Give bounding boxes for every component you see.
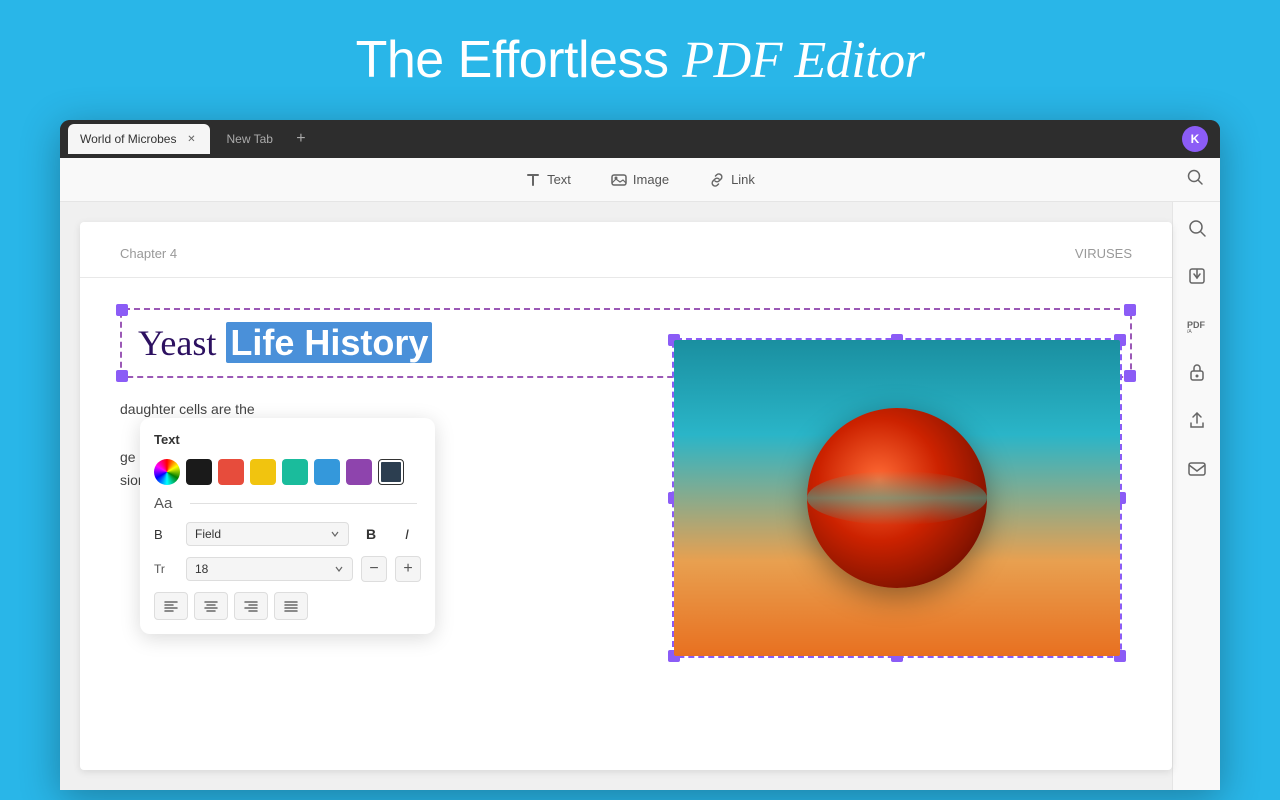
text-tool-icon	[525, 172, 541, 188]
color-swatch-purple[interactable]	[346, 459, 372, 485]
handle-bottom-left[interactable]	[116, 370, 128, 382]
aa-label: Aa	[154, 495, 178, 512]
link-tool-button[interactable]: Link	[701, 168, 763, 192]
color-swatch-teal[interactable]	[282, 459, 308, 485]
sidebar-pdfa-icon: PDF /A	[1186, 314, 1208, 334]
editor-toolbar: Text Image Link	[60, 158, 1220, 202]
image-selection-box[interactable]	[672, 338, 1122, 658]
font-label-row: Aa	[154, 495, 421, 512]
size-increase-button[interactable]: +	[395, 556, 421, 582]
font-divider	[190, 503, 417, 504]
color-swatch-red[interactable]	[218, 459, 244, 485]
align-center-button[interactable]	[194, 592, 228, 620]
handle-bottom-right[interactable]	[1124, 370, 1136, 382]
image-tool-button[interactable]: Image	[603, 168, 677, 192]
dropdown-arrow-icon	[330, 529, 340, 539]
section-label: VIRUSES	[1075, 246, 1132, 261]
size-decrease-button[interactable]: −	[361, 556, 387, 582]
handle-top-right[interactable]	[1124, 304, 1136, 316]
page-header: Chapter 4 VIRUSES	[80, 222, 1172, 278]
chapter-label: Chapter 4	[120, 246, 177, 261]
color-swatch-blue[interactable]	[314, 459, 340, 485]
sidebar-search-icon	[1187, 218, 1207, 238]
pdf-content: Yeast Life History daughter cells are th…	[80, 278, 1172, 523]
sphere-ball	[807, 408, 987, 588]
tab-close-btn[interactable]: ✕	[184, 132, 198, 146]
sidebar-share-icon	[1187, 410, 1207, 430]
handle-top-left[interactable]	[116, 304, 128, 316]
color-row	[154, 459, 421, 485]
tab-new-tab[interactable]: New Tab	[214, 124, 284, 154]
svg-text:/A: /A	[1187, 329, 1192, 334]
align-right-icon	[243, 598, 259, 614]
font-family-select[interactable]: Field	[186, 522, 349, 546]
new-tab-button[interactable]: +	[289, 127, 313, 151]
sidebar-mail-button[interactable]	[1183, 454, 1211, 482]
text-format-popup: Text Aa	[140, 418, 435, 634]
search-icon	[1186, 168, 1204, 186]
align-right-button[interactable]	[234, 592, 268, 620]
sidebar-lock-icon	[1187, 362, 1207, 382]
text-tool-button[interactable]: Text	[517, 168, 579, 192]
hero-title: The Effortless PDF Editor	[356, 30, 925, 90]
font-label: B	[154, 527, 178, 542]
link-tool-icon	[709, 172, 725, 188]
search-button[interactable]	[1186, 168, 1204, 191]
sidebar-search-button[interactable]	[1183, 214, 1211, 242]
right-sidebar: PDF /A	[1172, 202, 1220, 790]
align-left-icon	[163, 598, 179, 614]
color-swatch-dark[interactable]	[378, 459, 404, 485]
font-size-row: Tr 18 − +	[154, 556, 421, 582]
image-tool-icon	[611, 172, 627, 188]
pdf-document: Chapter 4 VIRUSES Yeast Life History	[80, 222, 1172, 770]
color-swatch-yellow[interactable]	[250, 459, 276, 485]
align-center-icon	[203, 598, 219, 614]
size-label: Tr	[154, 562, 178, 576]
color-wheel-icon[interactable]	[154, 459, 180, 485]
sidebar-download-icon	[1187, 266, 1207, 286]
align-left-button[interactable]	[154, 592, 188, 620]
sidebar-lock-button[interactable]	[1183, 358, 1211, 386]
color-swatch-black[interactable]	[186, 459, 212, 485]
sidebar-mail-icon	[1187, 458, 1207, 478]
align-justify-button[interactable]	[274, 592, 308, 620]
alignment-row	[154, 592, 421, 620]
font-size-select[interactable]: 18	[186, 557, 353, 581]
italic-button[interactable]: I	[393, 520, 421, 548]
main-area: Chapter 4 VIRUSES Yeast Life History	[60, 202, 1220, 790]
hero-banner: The Effortless PDF Editor	[0, 0, 1280, 120]
popup-title: Text	[154, 432, 421, 447]
tab-world-of-microbes[interactable]: World of Microbes ✕	[68, 124, 210, 154]
font-family-row: B Field B I	[154, 520, 421, 548]
user-avatar[interactable]: K	[1182, 126, 1208, 152]
sidebar-share-button[interactable]	[1183, 406, 1211, 434]
sidebar-download-button[interactable]	[1183, 262, 1211, 290]
sphere-image	[674, 340, 1120, 656]
tab-bar: World of Microbes ✕ New Tab + K	[60, 120, 1220, 158]
browser-window: World of Microbes ✕ New Tab + K Text Ima…	[60, 120, 1220, 790]
sidebar-pdfa-button[interactable]: PDF /A	[1183, 310, 1211, 338]
size-dropdown-icon	[334, 564, 344, 574]
bold-button[interactable]: B	[357, 520, 385, 548]
align-justify-icon	[283, 598, 299, 614]
